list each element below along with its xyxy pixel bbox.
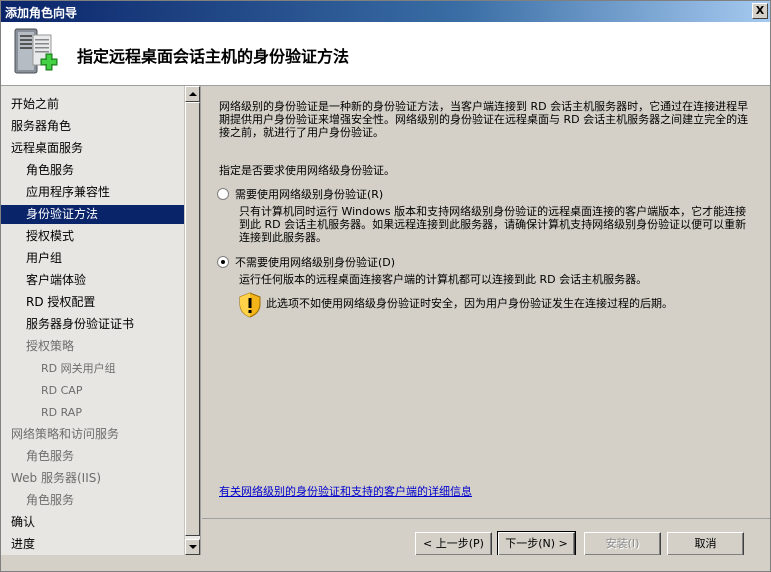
- no-nla-description: 运行任何版本的远程桌面连接客户端的计算机都可以连接到此 RD 会话主机服务器。: [239, 273, 648, 286]
- nav-step-item[interactable]: 服务器角色: [1, 117, 184, 136]
- nav-step-item[interactable]: 应用程序兼容性: [1, 183, 184, 202]
- nav-step-item[interactable]: 进度: [1, 535, 184, 554]
- nav-step-item[interactable]: 授权模式: [1, 227, 184, 246]
- scroll-thumb[interactable]: [185, 102, 200, 536]
- no-nla-radio[interactable]: [217, 256, 229, 268]
- status-bar: [1, 555, 770, 571]
- nav-step-item[interactable]: 用户组: [1, 249, 184, 268]
- nav-step-item[interactable]: 远程桌面服务: [1, 139, 184, 158]
- button-bar: < 上一步(P) 下一步(N) > 安装(I) 取消: [202, 518, 770, 557]
- add-roles-wizard-window: 添加角色向导 X 指定远程桌面会话主机的身份验证方法 开始之前 服务器角色 远程…: [0, 0, 771, 572]
- wizard-header: 指定远程桌面会话主机的身份验证方法: [1, 22, 770, 86]
- wizard-steps-nav: 开始之前 服务器角色 远程桌面服务 角色服务 应用程序兼容性 身份验证方法 授权模式 用户组客…: [1, 86, 201, 555]
- content-panel: 网络级别的身份验证是一种新的身份验证方法，当客户端连接到 RD 会话主机服务器时…: [202, 86, 770, 518]
- require-nla-radio[interactable]: [217, 188, 229, 200]
- scroll-down-button[interactable]: [185, 539, 200, 555]
- no-nla-label: 不需要使用网络级别身份验证(D): [235, 256, 396, 269]
- window-title: 添加角色向导: [5, 6, 78, 20]
- nla-description: 网络级别的身份验证是一种新的身份验证方法，当客户端连接到 RD 会话主机服务器时…: [219, 100, 749, 139]
- title-bar[interactable]: 添加角色向导 X: [1, 1, 770, 22]
- nav-step-item[interactable]: 服务器身份验证证书: [1, 315, 184, 334]
- next-button[interactable]: 下一步(N) >: [497, 531, 576, 557]
- nav-step-item: 角色服务: [26, 449, 75, 463]
- no-nla-option[interactable]: 不需要使用网络级别身份验证(D): [217, 254, 395, 270]
- server-add-icon: [11, 27, 59, 79]
- nla-question: 指定是否要求使用网络级身份验证。: [219, 164, 395, 177]
- nav-step-item: 角色服务: [26, 493, 75, 507]
- nla-help-link[interactable]: 有关网络级别的身份验证和支持的客户端的详细信息: [219, 483, 472, 499]
- nav-step-item: 网络策略和访问服务: [11, 427, 120, 441]
- cancel-button[interactable]: 取消: [667, 532, 744, 556]
- nav-step-item[interactable]: 开始之前: [1, 95, 184, 114]
- nav-step-item[interactable]: 确认: [1, 513, 184, 532]
- page-title: 指定远程桌面会话主机的身份验证方法: [77, 47, 350, 66]
- nav-step-item[interactable]: 角色服务: [1, 161, 184, 180]
- nav-step-item[interactable]: 身份验证方法: [1, 205, 184, 224]
- require-nla-label: 需要使用网络级别身份验证(R): [235, 188, 384, 201]
- back-button[interactable]: < 上一步(P): [415, 532, 492, 556]
- require-nla-description: 只有计算机同时运行 Windows 版本和支持网络级别身份验证的远程桌面连接的客…: [239, 205, 747, 244]
- close-button[interactable]: X: [752, 3, 768, 19]
- security-warning-text: 此选项不如使用网络级身份验证时安全，因为用户身份验证发生在连接过程的后期。: [266, 297, 673, 310]
- arrow-up-icon: [189, 92, 197, 96]
- install-button[interactable]: 安装(I): [584, 532, 661, 556]
- arrow-down-icon: [189, 545, 197, 549]
- nav-step-item: 授权策略: [26, 339, 75, 353]
- nav-step-item: RD CAP: [41, 384, 83, 397]
- nav-step-item: Web 服务器(IIS): [11, 471, 102, 485]
- scroll-up-button[interactable]: [185, 86, 200, 102]
- nav-step-item: RD 网关用户组: [41, 362, 116, 375]
- shield-warning-icon: [238, 292, 262, 318]
- require-nla-option[interactable]: 需要使用网络级别身份验证(R): [217, 186, 383, 202]
- nav-step-item: RD RAP: [41, 406, 82, 419]
- nav-step-item[interactable]: RD 授权配置: [1, 293, 184, 312]
- nav-step-item[interactable]: 客户端体验: [1, 271, 184, 290]
- nav-scrollbar[interactable]: [184, 86, 200, 555]
